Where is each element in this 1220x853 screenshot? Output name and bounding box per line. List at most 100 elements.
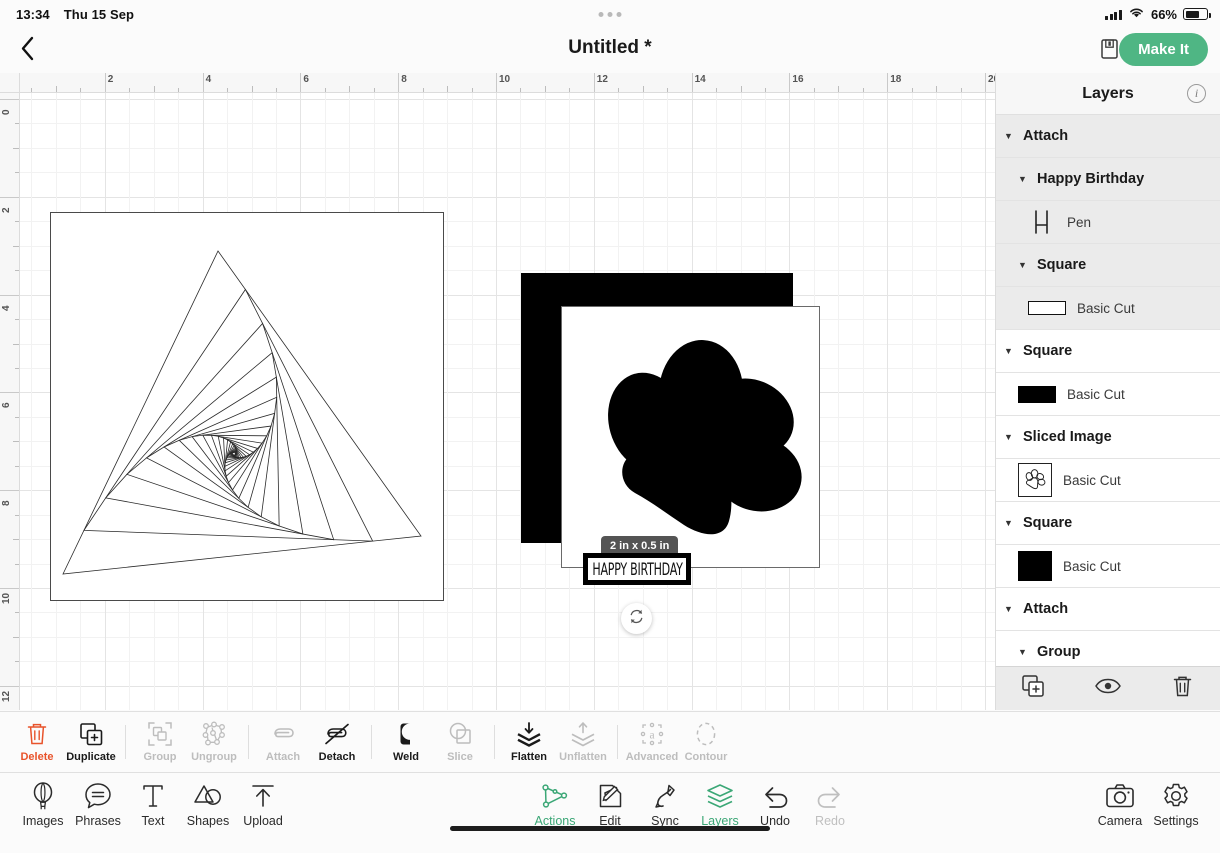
action-group-button: Group (133, 721, 187, 763)
nav-redo-button[interactable]: Redo (802, 781, 858, 828)
ruler-v-tick (13, 343, 19, 345)
back-button[interactable] (8, 32, 46, 70)
multitask-handle[interactable] (598, 11, 622, 17)
page-title[interactable]: Untitled * (568, 37, 651, 59)
layer-group-row[interactable]: ▼ Square (996, 330, 1220, 373)
grid-line-vertical (936, 93, 938, 710)
action-delete-button[interactable]: Delete (10, 721, 64, 763)
layer-group-row[interactable]: ▼ Attach (996, 588, 1220, 631)
rotate-handle[interactable] (621, 603, 652, 634)
ruler-h-tick (324, 88, 326, 92)
ruler-v-tick (0, 196, 19, 198)
ruler-h-tick (251, 86, 253, 92)
ruler-h-tick (813, 88, 815, 92)
design-canvas[interactable]: 2468101214161820 024681012 2 in x 0 (0, 73, 995, 710)
duplicate-icon (1021, 674, 1046, 704)
ruler-h-tick (862, 88, 864, 92)
pen-stroke-swatch (1028, 206, 1056, 238)
white-square-paw-object[interactable] (561, 306, 820, 568)
chevron-down-icon[interactable]: ▼ (1004, 131, 1018, 141)
action-label: Attach (265, 751, 301, 763)
layer-group-row[interactable]: ▼ Sliced Image (996, 416, 1220, 459)
nav-actions-button[interactable]: Actions (527, 781, 583, 828)
vertical-ruler[interactable]: 0 2 4 6 8 10 12 (0, 93, 20, 710)
ruler-v-tick (13, 441, 19, 443)
home-indicator (450, 826, 770, 831)
layer-group-row[interactable]: ▼ Happy Birthday (996, 158, 1220, 201)
sync-pen-icon (652, 781, 678, 811)
chevron-down-icon[interactable]: ▼ (1004, 432, 1018, 442)
chevron-down-icon[interactable]: ▼ (1004, 346, 1018, 356)
nav-upload-button[interactable]: Upload (235, 781, 291, 828)
nav-shapes-button[interactable]: Shapes (180, 781, 236, 828)
nav-sync-button[interactable]: Sync (637, 781, 693, 828)
nav-images-button[interactable]: Images (15, 781, 71, 828)
layers-list[interactable]: ▼ Attach ▼ Happy Birthday Pen ▼ Square Basic Cu… (996, 115, 1220, 666)
layer-row[interactable]: Pen (996, 201, 1220, 244)
ruler-v-tick (15, 172, 19, 174)
action-label: Unflatten (559, 751, 607, 763)
action-detach-button[interactable]: Detach (310, 721, 364, 763)
triangle-spiral-artwork (62, 250, 422, 575)
nav-camera-button[interactable]: Camera (1092, 781, 1148, 828)
duplicate-icon (79, 721, 104, 747)
camera-icon (1105, 781, 1135, 811)
layer-group-row[interactable]: ▼ Attach (996, 115, 1220, 158)
trash-icon (1171, 674, 1194, 704)
layer-row[interactable]: Basic Cut (996, 287, 1220, 330)
toggle-visibility-button[interactable] (1088, 673, 1128, 705)
chevron-down-icon[interactable]: ▼ (1018, 647, 1032, 657)
nav-label: Phrases (75, 814, 121, 828)
action-label: Flatten (510, 751, 548, 763)
layers-stack-icon (706, 781, 734, 811)
ruler-h-tick (275, 88, 277, 92)
action-unflatten-button: Unflatten (556, 721, 610, 763)
toolbar-separator (617, 725, 618, 759)
canvas-grid[interactable]: 2 in x 0.5 in HAPPY BIRTHDAY (20, 93, 995, 710)
grid-line-vertical (447, 93, 449, 710)
layer-row[interactable]: Basic Cut (996, 459, 1220, 502)
handle-dot (607, 11, 613, 17)
action-flatten-button[interactable]: Flatten (502, 721, 556, 763)
toolbar-separator (371, 725, 372, 759)
layer-group-row[interactable]: ▼ Square (996, 502, 1220, 545)
string-art-square-object[interactable] (50, 212, 444, 601)
layer-row[interactable]: Basic Cut (996, 545, 1220, 588)
action-ungroup-button: Ungroup (187, 721, 241, 763)
ruler-v-tick (13, 147, 19, 149)
happy-birthday-text-object[interactable]: HAPPY BIRTHDAY (583, 553, 691, 585)
grid-line-horizontal (20, 196, 995, 198)
ruler-h-tick (593, 73, 595, 92)
chevron-down-icon[interactable]: ▼ (1018, 260, 1032, 270)
horizontal-ruler[interactable]: 2 4 6 8 10 12 14 16 18 20 (0, 73, 995, 93)
layer-group-row[interactable]: ▼ Group (996, 631, 1220, 666)
nav-undo-button[interactable]: Undo (747, 781, 803, 828)
ruler-v-tick (0, 490, 19, 492)
speech-bubble-icon (83, 781, 113, 811)
nav-edit-button[interactable]: Edit (582, 781, 638, 828)
chevron-down-icon[interactable]: ▼ (1004, 518, 1018, 528)
delete-layer-button[interactable] (1163, 673, 1203, 705)
chevron-down-icon[interactable]: ▼ (1004, 604, 1018, 614)
layers-panel[interactable]: Layers i ▼ Attach ▼ Happy Birthday Pen ▼ Squar… (995, 73, 1220, 710)
nav-phrases-button[interactable]: Phrases (70, 781, 126, 828)
ruler-v-label: 0 (1, 109, 12, 115)
nav-text-button[interactable]: Text (125, 781, 181, 828)
ruler-v-tick (15, 514, 19, 516)
toolbar-separator (494, 725, 495, 759)
nav-layers-button[interactable]: Layers (692, 781, 748, 828)
nav-settings-button[interactable]: Settings (1148, 781, 1204, 828)
paw-thumbnail-swatch (1018, 463, 1052, 497)
chevron-down-icon[interactable]: ▼ (1018, 174, 1032, 184)
duplicate-layer-button[interactable] (1013, 673, 1053, 705)
layer-group-row[interactable]: ▼ Square (996, 244, 1220, 287)
action-weld-button[interactable]: Weld (379, 721, 433, 763)
info-icon[interactable]: i (1187, 84, 1206, 103)
make-it-button[interactable]: Make It (1119, 33, 1208, 66)
layer-row[interactable]: Basic Cut (996, 373, 1220, 416)
action-label: Ungroup (191, 751, 237, 763)
ruler-h-tick (300, 73, 302, 92)
action-duplicate-button[interactable]: Duplicate (64, 721, 118, 763)
grid-line-vertical (496, 93, 497, 710)
grid-line-horizontal (20, 172, 995, 174)
